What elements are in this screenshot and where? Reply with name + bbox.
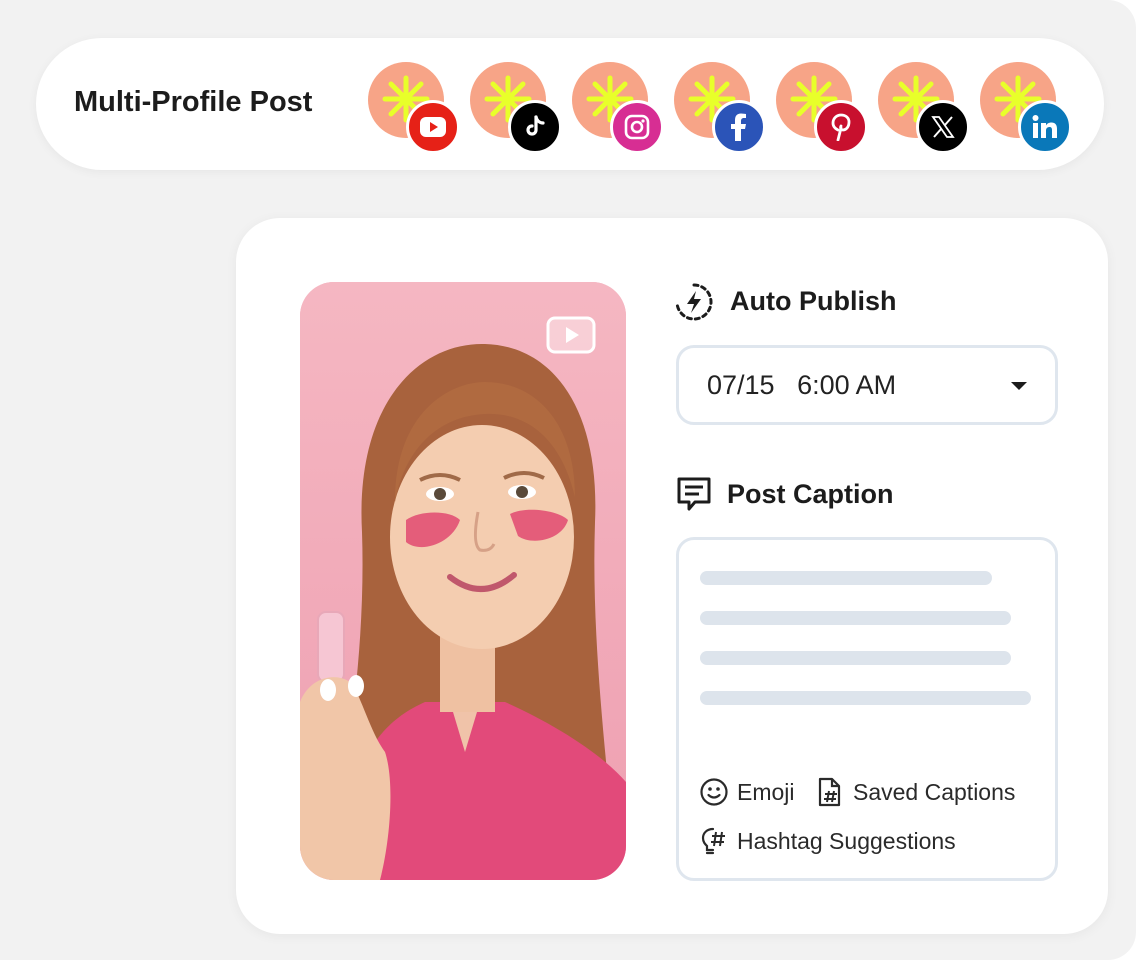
youtube-icon <box>406 100 460 154</box>
x-icon <box>916 100 970 154</box>
profile-x[interactable] <box>878 62 970 154</box>
hashtag-suggestions-button[interactable]: Hashtag Suggestions <box>699 826 956 856</box>
publish-datetime-dropdown[interactable]: 07/15 6:00 AM <box>676 345 1058 425</box>
message-icon <box>674 475 714 520</box>
placeholder-line <box>700 691 1031 705</box>
publish-datetime-value: 07/15 6:00 AM <box>707 370 897 400</box>
placeholder-line <box>700 571 992 585</box>
profile-instagram[interactable] <box>572 62 664 154</box>
tiktok-icon <box>508 100 562 154</box>
post-editor-card: Auto Publish 07/15 6:00 AM Post Caption <box>236 218 1108 934</box>
placeholder-line <box>700 611 1011 625</box>
profile-facebook[interactable] <box>674 62 766 154</box>
facebook-icon <box>712 100 766 154</box>
pinterest-icon <box>814 100 868 154</box>
placeholder-line <box>700 651 1011 665</box>
multi-profile-bar: Multi-Profile Post <box>36 38 1104 170</box>
hashtag-suggestions-label: Hashtag Suggestions <box>737 827 956 854</box>
auto-publish-title: Auto Publish <box>730 286 897 316</box>
video-play-icon <box>546 316 596 356</box>
emoji-button[interactable]: Emoji <box>699 777 795 807</box>
profile-pinterest[interactable] <box>776 62 868 154</box>
profile-tiktok[interactable] <box>470 62 562 154</box>
instagram-icon <box>610 100 664 154</box>
profile-linkedin[interactable] <box>980 62 1072 154</box>
profile-youtube[interactable] <box>368 62 460 154</box>
emoji-label: Emoji <box>737 778 795 805</box>
video-thumbnail <box>300 282 626 880</box>
saved-captions-label: Saved Captions <box>853 778 1016 805</box>
page-background: Multi-Profile Post Auto Publish 07/15 6:… <box>0 0 1136 960</box>
caption-textarea[interactable]: Emoji Saved Captions Hashtag Suggestions <box>676 537 1058 881</box>
saved-captions-icon <box>818 777 841 807</box>
saved-captions-button[interactable]: Saved Captions <box>815 777 1015 807</box>
video-preview[interactable] <box>300 282 626 880</box>
chevron-down-icon <box>1011 382 1027 390</box>
emoji-icon <box>700 778 728 806</box>
page-title: Multi-Profile Post <box>74 86 313 118</box>
post-caption-title: Post Caption <box>727 479 894 509</box>
linkedin-icon <box>1018 100 1072 154</box>
lightning-clock-icon <box>674 282 714 327</box>
hashtag-bulb-icon <box>701 827 725 855</box>
